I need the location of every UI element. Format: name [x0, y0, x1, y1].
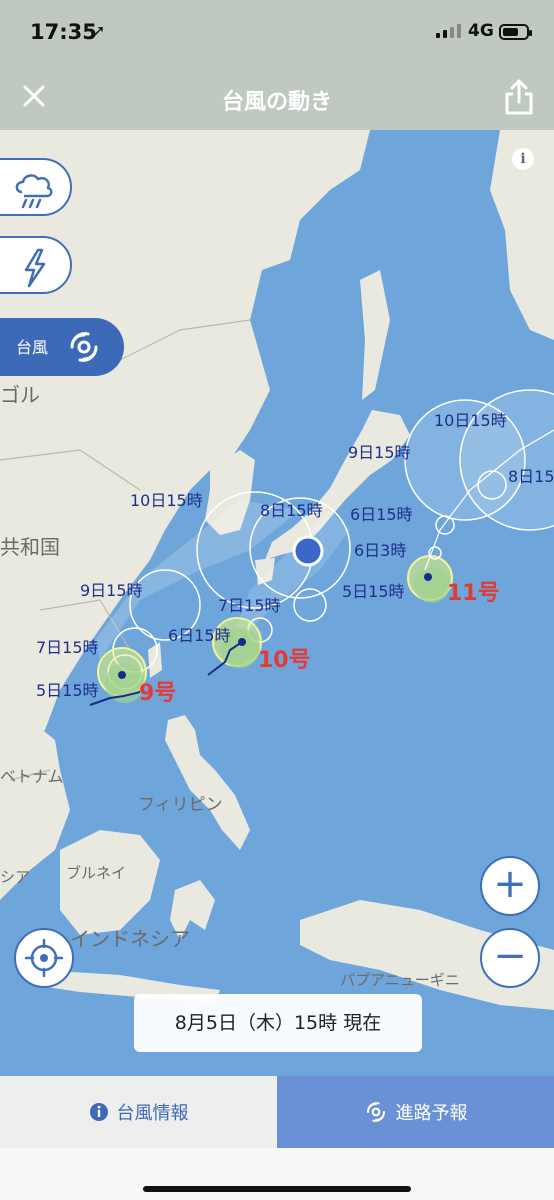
tab-track-forecast-label: 進路予報 — [395, 1103, 468, 1124]
forecast-label-t11-9d: 9日15時 — [348, 443, 411, 462]
forecast-label-t9-9d: 9日15時 — [80, 581, 143, 600]
place-label-brunei: ブルネイ — [66, 864, 126, 882]
typhoon-name-9: 9号 — [139, 681, 176, 706]
rain-cloud-icon — [15, 174, 53, 209]
place-label-philippines: フィリピン — [138, 795, 223, 815]
battery-icon — [499, 24, 532, 40]
locate-button[interactable] — [14, 928, 74, 988]
page-title: 台風の動き — [221, 90, 332, 115]
rain-layer-button[interactable] — [0, 158, 72, 216]
forecast-label-t11-8d: 8日15 — [508, 467, 554, 486]
typhoon-icon — [70, 332, 98, 362]
typhoon9-center — [118, 671, 126, 679]
place-label-vietnam: ベトナム — [0, 767, 64, 786]
typhoon-tab-icon — [366, 1102, 385, 1122]
forecast-label-t10-8d: 8日15時 — [260, 501, 323, 520]
tab-typhoon-info[interactable]: 台風情報 — [0, 1076, 277, 1148]
share-icon[interactable] — [504, 78, 534, 116]
typhoon-layer-label: 台風 — [16, 338, 49, 357]
forecast-label-t9-7d: 7日15時 — [36, 638, 99, 657]
lightning-layer-button[interactable] — [0, 236, 72, 294]
land-borneo — [60, 830, 160, 935]
map-canvas: ゴル 共和国 ベトナム フィリピン シア ブルネイ インドネシア パプアニューギ… — [0, 130, 554, 1010]
zoom-in-button[interactable]: + — [480, 856, 540, 916]
crosshair-icon — [24, 938, 64, 978]
forecast-label-t11-6d3: 6日3時 — [354, 541, 406, 560]
land-philippines — [165, 715, 250, 850]
typhoon-layer-button[interactable]: 台風 — [0, 318, 124, 376]
forecast-label-t11-6d: 6日15時 — [350, 505, 413, 524]
zoom-out-button[interactable]: − — [480, 928, 540, 988]
place-label-indonesia: インドネシア — [70, 927, 190, 951]
current-time-label: 8月5日（木）15時 現在 — [134, 994, 422, 1052]
status-bar: 17:35 ➚ 4G — [0, 0, 554, 64]
typhoon11-wind-zone — [414, 567, 450, 603]
place-label-papua: パプアニューギニ — [340, 971, 460, 989]
place-label-cambodia: シア — [0, 868, 30, 886]
lightning-icon — [24, 248, 46, 288]
forecast-label-t10-6d: 6日15時 — [168, 626, 231, 645]
home-indicator — [143, 1186, 411, 1192]
current-location-marker — [292, 535, 324, 567]
typhoon11-center — [424, 573, 432, 581]
place-label-china: 共和国 — [0, 535, 60, 559]
typhoon-name-11: 11号 — [447, 581, 500, 606]
forecast-label-t11-10d: 10日15時 — [434, 411, 507, 430]
typhoon-map[interactable]: ゴル 共和国 ベトナム フィリピン シア ブルネイ インドネシア パプアニューギ… — [0, 130, 554, 1076]
land-sakhalin — [360, 270, 390, 400]
info-circle-icon — [89, 1103, 108, 1121]
location-arrow-icon: ➚ — [92, 21, 106, 40]
forecast-label-t10-7d: 7日15時 — [218, 596, 281, 615]
typhoon-name-10: 10号 — [258, 648, 311, 673]
info-icon[interactable]: i — [512, 148, 534, 170]
network-type: 4G — [468, 21, 494, 41]
forecast-label-t9-10d: 10日15時 — [130, 491, 203, 510]
bottom-tab-bar: 台風情報 進路予報 — [0, 1076, 554, 1148]
home-area — [0, 1148, 554, 1200]
signal-icon — [436, 24, 461, 38]
status-time: 17:35 — [30, 20, 97, 44]
forecast-label-t11-5d: 5日15時 — [342, 582, 405, 601]
tab-track-forecast[interactable]: 進路予報 — [277, 1076, 554, 1148]
place-label-mongolia: ゴル — [0, 383, 40, 407]
land-asia-mainland — [0, 130, 370, 760]
nav-bar: 台風の動き — [0, 64, 554, 130]
tab-typhoon-info-label: 台風情報 — [116, 1103, 189, 1124]
forecast-label-t9-5d: 5日15時 — [36, 681, 99, 700]
